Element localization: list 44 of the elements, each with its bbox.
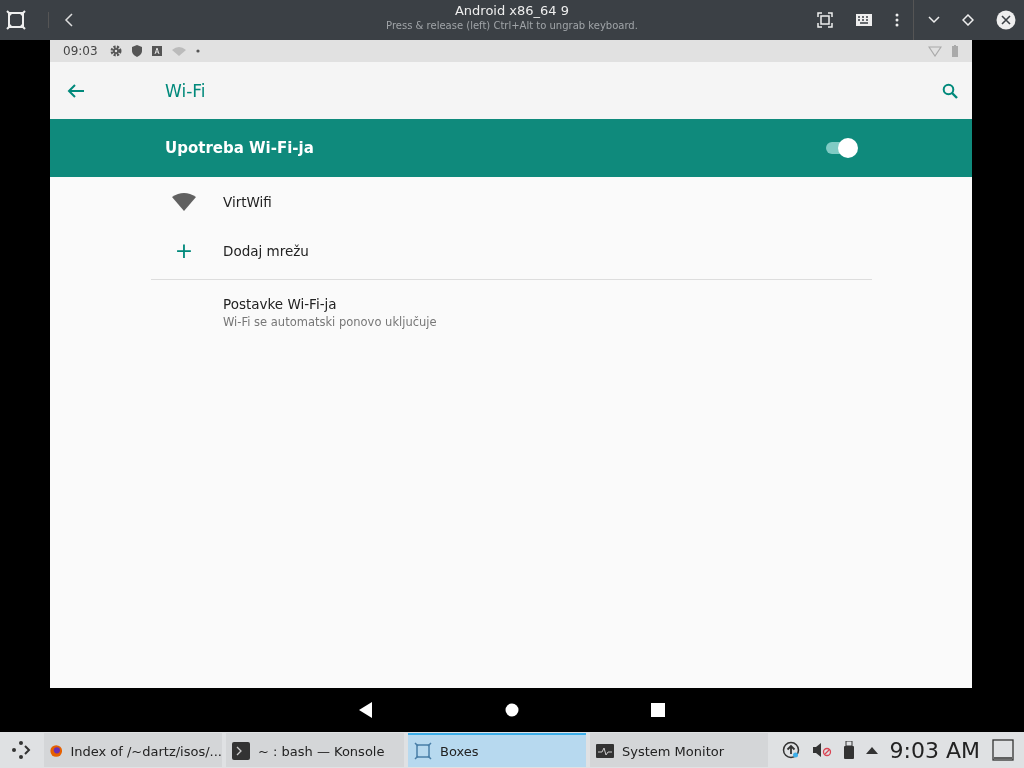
show-desktop-icon[interactable]: [992, 739, 1014, 761]
switch-label: Upotreba Wi-Fi-ja: [165, 139, 314, 157]
wifi-icon: [172, 192, 196, 211]
search-icon[interactable]: [942, 82, 958, 99]
a-square-icon: [151, 46, 162, 56]
launcher-icon[interactable]: [10, 739, 32, 761]
more-icon[interactable]: [895, 13, 899, 27]
shield-icon: [131, 45, 142, 57]
network-item[interactable]: VirtWifi: [50, 177, 972, 226]
window-title: Android x86_64 9: [454, 3, 570, 18]
update-icon[interactable]: [781, 741, 800, 759]
page-title: Wi-Fi: [165, 80, 206, 101]
settings-item-subtitle: Wi-Fi se automatski ponovo uključuje: [223, 315, 437, 329]
keyboard-icon[interactable]: [855, 13, 873, 27]
volume-muted-icon[interactable]: [811, 742, 832, 758]
gear-icon: [109, 45, 122, 57]
fullscreen-icon[interactable]: [817, 12, 833, 28]
dot-icon: [195, 49, 200, 53]
terminal-icon: [232, 742, 250, 760]
minimize-icon[interactable]: [928, 16, 940, 24]
clock[interactable]: 9:03 AM: [889, 737, 980, 763]
boxes-icon[interactable]: [6, 10, 26, 30]
plus-icon: +: [172, 239, 196, 262]
taskbar-button[interactable]: System Monitor: [590, 733, 768, 767]
globe-icon: [50, 742, 63, 760]
back-arrow-icon[interactable]: [67, 82, 85, 99]
back-nav-icon[interactable]: [359, 702, 373, 718]
home-nav-icon[interactable]: [505, 703, 519, 717]
back-icon[interactable]: [48, 12, 75, 28]
window-subtitle: Press & release (left) Ctrl+Alt to ungrab keyboard.: [386, 20, 638, 31]
maximize-icon[interactable]: [962, 14, 974, 26]
taskbar-button[interactable]: Boxes: [408, 733, 586, 767]
battery-icon: [952, 45, 958, 57]
boxes-icon: [414, 742, 432, 760]
wifi-outline-icon: [928, 45, 942, 57]
add-network-item[interactable]: + Dodaj mrežu: [50, 226, 972, 275]
monitor-icon: [596, 742, 614, 760]
taskbar-button[interactable]: ~ : bash — Konsole: [226, 733, 404, 767]
taskbar-button[interactable]: Index of /~dartz/isos/...: [44, 733, 222, 767]
usb-drive-icon[interactable]: [843, 741, 854, 759]
expand-tray-icon[interactable]: [865, 746, 878, 754]
settings-item-title[interactable]: Postavke Wi-Fi-ja: [223, 296, 337, 312]
close-icon[interactable]: [996, 10, 1016, 30]
status-time: 09:03: [63, 44, 98, 58]
